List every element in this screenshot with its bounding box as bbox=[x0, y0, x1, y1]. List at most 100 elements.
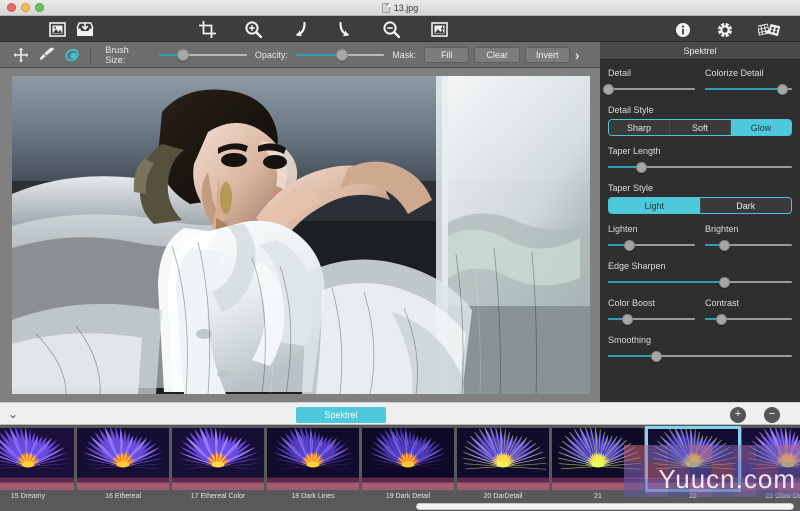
thumbnail-preview[interactable] bbox=[0, 428, 74, 490]
info-icon[interactable] bbox=[672, 19, 694, 40]
taper-length-knob[interactable] bbox=[636, 161, 648, 173]
brighten-slider[interactable] bbox=[705, 238, 792, 252]
edited-photo[interactable] bbox=[12, 76, 590, 394]
smoothing-knob[interactable] bbox=[650, 350, 662, 362]
opacity-fill bbox=[295, 53, 342, 56]
brush-tool-icon[interactable] bbox=[33, 43, 59, 67]
filmstrip-scrollbar[interactable] bbox=[416, 503, 794, 510]
thumbnail-preview[interactable] bbox=[457, 428, 549, 490]
chevron-down-icon[interactable]: ⌄ bbox=[8, 407, 18, 421]
zoom-button[interactable] bbox=[35, 3, 44, 12]
brighten-knob[interactable] bbox=[719, 239, 731, 251]
color-boost-slider[interactable] bbox=[608, 312, 695, 326]
panel-body: Detail Colorize Detail Detail Style Shar… bbox=[600, 60, 800, 363]
brush-size-knob[interactable] bbox=[177, 48, 190, 61]
contrast-knob[interactable] bbox=[715, 313, 727, 325]
filmstrip-thumbnail[interactable]: 18 Dark Lines bbox=[267, 428, 359, 501]
fit-image-icon[interactable] bbox=[428, 19, 450, 40]
settings-icon[interactable] bbox=[714, 19, 736, 40]
smoothing-slider[interactable] bbox=[608, 349, 792, 363]
opacity-label: Opacity: bbox=[254, 49, 288, 60]
minimize-button[interactable] bbox=[21, 3, 30, 12]
filmstrip-thumbnail[interactable]: 15 Dreamy bbox=[0, 428, 74, 501]
filmstrip-thumbnail[interactable]: 23 Glow Detail bbox=[742, 428, 800, 501]
thumbnail-preview[interactable] bbox=[552, 428, 644, 490]
thumbnail-caption: 20 DarDetail bbox=[483, 493, 523, 500]
opacity-knob[interactable] bbox=[335, 48, 348, 61]
filmstrip-thumbnail[interactable]: 21 bbox=[552, 428, 644, 501]
contrast-label: Contrast bbox=[705, 298, 740, 308]
detail-style-option-sharp[interactable]: Sharp bbox=[609, 120, 670, 135]
mask-invert-button[interactable]: Invert bbox=[524, 46, 570, 63]
colorize-detail-knob[interactable] bbox=[776, 83, 788, 95]
brush-size-slider[interactable] bbox=[158, 48, 247, 62]
brighten-label: Brighten bbox=[705, 224, 739, 234]
detail-row: Detail Colorize Detail bbox=[603, 68, 792, 105]
detail-style-option-glow[interactable]: Glow bbox=[731, 120, 791, 135]
lighten-knob[interactable] bbox=[623, 239, 635, 251]
thumbnail-caption: 23 Glow Detail bbox=[765, 493, 800, 500]
detail-slider[interactable] bbox=[603, 82, 695, 96]
expand-toolbar-icon[interactable]: › bbox=[575, 47, 580, 63]
detail-style-option-soft[interactable]: Soft bbox=[670, 120, 731, 135]
filmstrip-tab-spektrel[interactable]: Spektrel bbox=[296, 407, 386, 423]
colorboost-contrast-row: Color Boost Contrast bbox=[608, 298, 792, 335]
filmstrip-thumbnail[interactable]: 17 Ethereal Color bbox=[172, 428, 264, 501]
smoothing-label: Smoothing bbox=[608, 335, 652, 345]
window-title-group: 13.jpg bbox=[0, 0, 800, 16]
close-button[interactable] bbox=[7, 3, 16, 12]
thumbnail-preview[interactable] bbox=[172, 428, 264, 490]
edge-sharpen-knob[interactable] bbox=[718, 276, 730, 288]
app-window: 13.jpg Brush Size: Opacity: Mask: Fill C… bbox=[0, 0, 800, 511]
opacity-slider[interactable] bbox=[295, 48, 385, 62]
thumbnail-preview[interactable] bbox=[362, 428, 454, 490]
presets-icon[interactable] bbox=[756, 19, 782, 40]
window-controls[interactable] bbox=[0, 3, 44, 12]
taper-length-slider[interactable] bbox=[608, 160, 792, 174]
color-boost-control: Color Boost bbox=[608, 298, 695, 335]
pan-tool-icon[interactable] bbox=[8, 43, 34, 67]
filmstrip-thumbnail[interactable]: 19 Dark Detail bbox=[362, 428, 454, 501]
filmstrip[interactable]: 15 Dreamy 16 Ethereal 17 Ethereal Color … bbox=[0, 425, 800, 511]
redo-icon[interactable] bbox=[334, 19, 356, 40]
eraser-tool-icon[interactable] bbox=[59, 43, 85, 67]
zoom-out-icon[interactable] bbox=[380, 19, 402, 40]
remove-preset-button[interactable]: − bbox=[764, 407, 780, 423]
add-preset-button[interactable]: + bbox=[730, 407, 746, 423]
detail-knob[interactable] bbox=[603, 83, 614, 95]
thumbnail-preview[interactable] bbox=[742, 428, 800, 490]
thumbnail-caption: 17 Ethereal Color bbox=[190, 493, 246, 500]
colorize-detail-control: Colorize Detail bbox=[705, 68, 792, 105]
taper-length-label: Taper Length bbox=[608, 146, 661, 156]
filmstrip-thumbnail[interactable]: 22 bbox=[645, 426, 741, 501]
color-boost-knob[interactable] bbox=[622, 313, 634, 325]
lighten-slider[interactable] bbox=[608, 238, 695, 252]
zoom-in-icon[interactable] bbox=[242, 19, 264, 40]
open-image-icon[interactable] bbox=[46, 19, 68, 40]
colorize-detail-label: Colorize Detail bbox=[705, 68, 764, 78]
contrast-slider[interactable] bbox=[705, 312, 792, 326]
window-title: 13.jpg bbox=[393, 3, 419, 13]
filmstrip-thumbnail[interactable]: 16 Ethereal bbox=[77, 428, 169, 501]
taper-style-option-light[interactable]: Light bbox=[609, 198, 701, 213]
taper-style-segmented[interactable]: Light Dark bbox=[608, 197, 792, 214]
detail-control: Detail bbox=[603, 68, 695, 105]
taper-style-option-dark[interactable]: Dark bbox=[700, 198, 791, 213]
canvas-area[interactable] bbox=[0, 68, 600, 402]
crop-icon[interactable] bbox=[196, 19, 218, 40]
thumbnail-preview[interactable] bbox=[77, 428, 169, 490]
lighten-control: Lighten bbox=[608, 224, 695, 261]
mask-fill-button[interactable]: Fill bbox=[424, 46, 470, 63]
thumbnail-preview[interactable] bbox=[645, 426, 741, 492]
detail-style-segmented[interactable]: Sharp Soft Glow bbox=[608, 119, 792, 136]
mask-clear-button[interactable]: Clear bbox=[474, 46, 520, 63]
thumbnail-preview[interactable] bbox=[267, 428, 359, 490]
edge-sharpen-slider[interactable] bbox=[608, 275, 792, 289]
taper-style-label: Taper Style bbox=[608, 183, 654, 193]
brighten-control: Brighten bbox=[705, 224, 792, 261]
title-bar: 13.jpg bbox=[0, 0, 800, 16]
undo-icon[interactable] bbox=[288, 19, 310, 40]
save-image-icon[interactable] bbox=[74, 19, 96, 40]
filmstrip-thumbnail[interactable]: 20 DarDetail bbox=[457, 428, 549, 501]
colorize-detail-slider[interactable] bbox=[705, 82, 792, 96]
